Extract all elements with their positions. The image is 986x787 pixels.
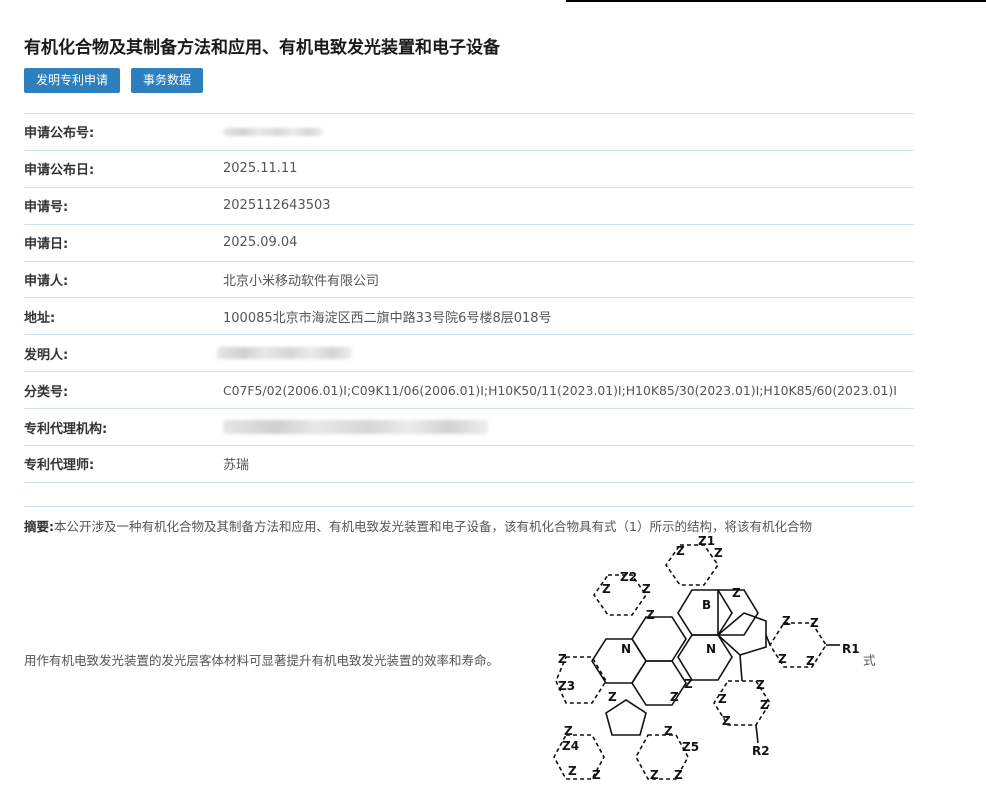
z-label: Z [664,724,673,738]
z-label: Z [806,654,815,668]
table-row: 发明人: [24,335,914,373]
table-row: 申请号: 2025112643503 [24,188,914,225]
detail-table: 申请公布号: 申请公布日: 2025.11.11 申请号: 2025112643… [24,113,914,483]
redacted-value [217,346,352,361]
table-row: 申请公布号: [24,114,914,151]
table-row: 申请日: 2025.09.04 [24,225,914,262]
z-label: Z [608,690,617,704]
table-row: 申请公布日: 2025.11.11 [24,151,914,188]
field-label: 申请公布日: [24,163,95,179]
z-label: Z [756,678,765,692]
field-value: 2025112643503 [223,198,331,214]
table-row: 分类号: C07F5/02(2006.01)I;C09K11/06(2006.0… [24,372,914,410]
nitrogen-label: N [706,642,716,656]
formula-suffix: 式 [863,653,876,668]
z-label: Z [592,768,601,782]
page-title: 有机化合物及其制备方法和应用、有机电致发光装置和电子设备 [24,38,500,58]
top-border [0,0,986,2]
z-label: Z [602,582,611,596]
z5-label: Z5 [682,740,699,754]
z-label: Z [558,652,567,666]
z-label: Z [676,544,685,558]
z-label: Z [642,582,651,596]
field-value: 2025.09.04 [223,235,298,251]
z-label: Z [684,677,693,691]
redacted-value [223,420,488,435]
field-value: 100085北京市海淀区西二旗中路33号院6号楼8层018号 [223,310,552,326]
r1-label: R1 [842,642,860,656]
z-label: Z [564,724,573,738]
z-label: Z [714,546,723,560]
structure-labels: B N N Z1 Z2 Z3 Z4 Z5 R1 R2 Z Z Z Z Z Z Z… [558,534,860,782]
z1-label: Z1 [698,535,715,548]
z-label: Z [760,698,769,712]
abstract-label: 摘要: [24,519,54,534]
boron-label: B [702,598,711,612]
z2-label: Z2 [620,570,637,584]
redacted-value [223,124,323,139]
field-value: 北京小米移动软件有限公司 [223,274,380,289]
z-label: Z [674,768,683,782]
patent-application-button[interactable]: 发明专利申请 [24,68,121,93]
field-label: 申请号: [24,200,69,216]
field-label: 分类号: [24,384,69,400]
r2-label: R2 [752,744,770,758]
structure-drawing: B N N Z1 Z2 Z3 Z4 Z5 R1 R2 Z Z Z Z Z Z Z… [553,534,860,782]
field-label: 申请人: [24,274,69,289]
field-label: 专利代理机构: [24,421,108,437]
affairs-data-button[interactable]: 事务数据 [131,68,204,93]
z-label: Z [722,714,731,728]
z-label: Z [782,614,791,628]
field-value: 2025.11.11 [223,161,298,177]
field-label: 发明人: [24,347,69,363]
abstract-text: 本公开涉及一种有机化合物及其制备方法和应用、有机电致发光装置和电子设备，该有机化… [54,519,812,534]
z-label: Z [670,690,679,704]
table-row: 专利代理机构: [24,409,914,447]
z-label: Z [568,764,577,778]
z-label: Z [732,586,741,600]
table-row: 申请人: 北京小米移动软件有限公司 [24,262,914,299]
action-buttons: 发明专利申请 事务数据 [24,68,204,93]
field-label: 地址: [24,310,56,326]
table-row: 地址: 100085北京市海淀区西二旗中路33号院6号楼8层018号 [24,298,914,336]
z-label: Z [646,608,655,622]
z-label: Z [650,768,659,782]
field-value: C07F5/02(2006.01)I;C09K11/06(2006.01)I;H… [223,382,897,398]
z-label: Z [810,616,819,630]
z-label: Z [778,652,787,666]
field-label: 申请日: [24,237,69,253]
chemical-structure: B N N Z1 Z2 Z3 Z4 Z5 R1 R2 Z Z Z Z Z Z Z… [552,534,872,785]
field-value: 苏瑞 [223,458,250,474]
abstract-line-1: 摘要:本公开涉及一种有机化合物及其制备方法和应用、有机电致发光装置和电子设备，该… [24,516,812,535]
table-row: 专利代理师: 苏瑞 [24,446,914,483]
field-label: 专利代理师: [24,458,95,474]
abstract-line-2: 用作有机电致发光装置的发光层客体材料可显著提升有机电致发光装置的效率和寿命。 [24,653,500,668]
z-label: Z [718,692,727,706]
divider [24,506,914,507]
field-label: 申请公布号: [24,126,95,142]
nitrogen-label: N [621,642,631,656]
z4-label: Z4 [562,739,579,753]
z3-label: Z3 [558,679,575,693]
